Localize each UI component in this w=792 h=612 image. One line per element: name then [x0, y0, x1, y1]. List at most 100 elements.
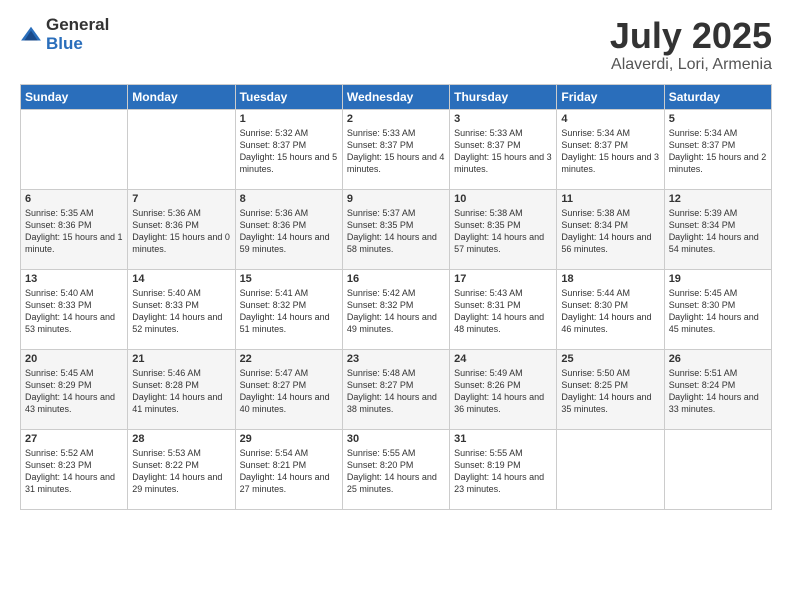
day-number: 11 — [561, 193, 659, 205]
table-row: 4Sunrise: 5:34 AMSunset: 8:37 PMDaylight… — [557, 109, 664, 189]
logo-icon — [20, 24, 42, 46]
cell-content: Sunrise: 5:43 AMSunset: 8:31 PMDaylight:… — [454, 287, 552, 336]
table-row: 29Sunrise: 5:54 AMSunset: 8:21 PMDayligh… — [235, 429, 342, 509]
table-row: 22 Sunrise: 5:47 AMSunset: 8:27 PMDayligh… — [235, 349, 342, 429]
cell-content: Sunrise: 5:33 AMSunset: 8:37 PMDaylight:… — [347, 127, 445, 176]
calendar-header-row: Sunday Monday Tuesday Wednesday Thursday… — [21, 84, 772, 109]
day-number: 22 — [240, 353, 338, 365]
table-row — [21, 109, 128, 189]
header: General Blue July 2025 Alaverdi, Lori, A… — [20, 16, 772, 74]
table-row: 7 Sunrise: 5:36 AMSunset: 8:36 PMDaylight… — [128, 189, 235, 269]
table-row: 26 Sunrise: 5:51 AMSunset: 8:24 PMDayligh… — [664, 349, 771, 429]
table-row: 6 Sunrise: 5:35 AMSunset: 8:36 PMDaylight… — [21, 189, 128, 269]
logo: General Blue — [20, 16, 109, 53]
day-number: 18 — [561, 273, 659, 285]
day-number: 21 — [132, 353, 230, 365]
day-number: 17 — [454, 273, 552, 285]
cell-content: Sunrise: 5:42 AMSunset: 8:32 PMDaylight:… — [347, 287, 445, 336]
cell-content: Sunrise: 5:38 AMSunset: 8:34 PMDaylight:… — [561, 207, 659, 256]
table-row: 31Sunrise: 5:55 AMSunset: 8:19 PMDayligh… — [450, 429, 557, 509]
table-row: 3 Sunrise: 5:33 AMSunset: 8:37 PMDaylight… — [450, 109, 557, 189]
day-number: 30 — [347, 433, 445, 445]
calendar-body: 1 Sunrise: 5:32 AMSunset: 8:37 PMDaylight… — [21, 109, 772, 509]
day-number: 31 — [454, 433, 552, 445]
table-row: 14 Sunrise: 5:40 AMSunset: 8:33 PMDayligh… — [128, 269, 235, 349]
cell-content: Sunrise: 5:54 AMSunset: 8:21 PMDaylight:… — [240, 447, 338, 496]
table-row: 12 Sunrise: 5:39 AMSunset: 8:34 PMDayligh… — [664, 189, 771, 269]
table-row: 19Sunrise: 5:45 AMSunset: 8:30 PMDayligh… — [664, 269, 771, 349]
day-number: 10 — [454, 193, 552, 205]
table-row: 17 Sunrise: 5:43 AMSunset: 8:31 PMDayligh… — [450, 269, 557, 349]
table-row — [664, 429, 771, 509]
day-number: 12 — [669, 193, 767, 205]
cell-content: Sunrise: 5:40 AMSunset: 8:33 PMDaylight:… — [25, 287, 123, 336]
cell-content: Sunrise: 5:38 AMSunset: 8:35 PMDaylight:… — [454, 207, 552, 256]
table-row: 10 Sunrise: 5:38 AMSunset: 8:35 PMDayligh… — [450, 189, 557, 269]
day-number: 16 — [347, 273, 445, 285]
table-row: 18Sunrise: 5:44 AMSunset: 8:30 PMDayligh… — [557, 269, 664, 349]
header-thursday: Thursday — [450, 84, 557, 109]
cell-content: Sunrise: 5:52 AMSunset: 8:23 PMDaylight:… — [25, 447, 123, 496]
table-row: 8Sunrise: 5:36 AMSunset: 8:36 PMDaylight… — [235, 189, 342, 269]
calendar-title: July 2025 — [610, 16, 772, 56]
title-block: July 2025 Alaverdi, Lori, Armenia — [610, 16, 772, 74]
cell-content: Sunrise: 5:40 AMSunset: 8:33 PMDaylight:… — [132, 287, 230, 336]
table-row — [557, 429, 664, 509]
cell-content: Sunrise: 5:51 AMSunset: 8:24 PMDaylight:… — [669, 367, 767, 416]
table-row: 25Sunrise: 5:50 AMSunset: 8:25 PMDayligh… — [557, 349, 664, 429]
table-row: 2Sunrise: 5:33 AMSunset: 8:37 PMDaylight… — [342, 109, 449, 189]
cell-content: Sunrise: 5:55 AMSunset: 8:20 PMDaylight:… — [347, 447, 445, 496]
day-number: 27 — [25, 433, 123, 445]
day-number: 19 — [669, 273, 767, 285]
calendar-week-row: 1 Sunrise: 5:32 AMSunset: 8:37 PMDaylight… — [21, 109, 772, 189]
day-number: 9 — [347, 193, 445, 205]
day-number: 4 — [561, 113, 659, 125]
cell-content: Sunrise: 5:46 AMSunset: 8:28 PMDaylight:… — [132, 367, 230, 416]
table-row: 21 Sunrise: 5:46 AMSunset: 8:28 PMDayligh… — [128, 349, 235, 429]
table-row — [128, 109, 235, 189]
day-number: 28 — [132, 433, 230, 445]
table-row: 9 Sunrise: 5:37 AMSunset: 8:35 PMDaylight… — [342, 189, 449, 269]
header-tuesday: Tuesday — [235, 84, 342, 109]
header-sunday: Sunday — [21, 84, 128, 109]
day-number: 6 — [25, 193, 123, 205]
calendar-week-row: 6 Sunrise: 5:35 AMSunset: 8:36 PMDaylight… — [21, 189, 772, 269]
day-number: 24 — [454, 353, 552, 365]
logo-blue-text: Blue — [46, 35, 109, 54]
calendar-table: Sunday Monday Tuesday Wednesday Thursday… — [20, 84, 772, 510]
day-number: 13 — [25, 273, 123, 285]
cell-content: Sunrise: 5:33 AMSunset: 8:37 PMDaylight:… — [454, 127, 552, 176]
cell-content: Sunrise: 5:36 AMSunset: 8:36 PMDaylight:… — [132, 207, 230, 256]
logo-text: General Blue — [46, 16, 109, 53]
table-row: 1 Sunrise: 5:32 AMSunset: 8:37 PMDaylight… — [235, 109, 342, 189]
day-number: 1 — [240, 113, 338, 125]
page: General Blue July 2025 Alaverdi, Lori, A… — [0, 0, 792, 612]
cell-content: Sunrise: 5:34 AMSunset: 8:37 PMDaylight:… — [669, 127, 767, 176]
table-row: 13 Sunrise: 5:40 AMSunset: 8:33 PMDayligh… — [21, 269, 128, 349]
cell-content: Sunrise: 5:39 AMSunset: 8:34 PMDaylight:… — [669, 207, 767, 256]
table-row: 16 Sunrise: 5:42 AMSunset: 8:32 PMDayligh… — [342, 269, 449, 349]
cell-content: Sunrise: 5:47 AMSunset: 8:27 PMDaylight:… — [240, 367, 338, 416]
header-friday: Friday — [557, 84, 664, 109]
day-number: 15 — [240, 273, 338, 285]
table-row: 5 Sunrise: 5:34 AMSunset: 8:37 PMDaylight… — [664, 109, 771, 189]
day-number: 3 — [454, 113, 552, 125]
day-number: 14 — [132, 273, 230, 285]
cell-content: Sunrise: 5:35 AMSunset: 8:36 PMDaylight:… — [25, 207, 123, 256]
day-number: 7 — [132, 193, 230, 205]
cell-content: Sunrise: 5:48 AMSunset: 8:27 PMDaylight:… — [347, 367, 445, 416]
day-number: 26 — [669, 353, 767, 365]
cell-content: Sunrise: 5:37 AMSunset: 8:35 PMDaylight:… — [347, 207, 445, 256]
table-row: 15Sunrise: 5:41 AMSunset: 8:32 PMDayligh… — [235, 269, 342, 349]
table-row: 30 Sunrise: 5:55 AMSunset: 8:20 PMDayligh… — [342, 429, 449, 509]
day-number: 23 — [347, 353, 445, 365]
logo-general-text: General — [46, 16, 109, 35]
header-saturday: Saturday — [664, 84, 771, 109]
table-row: 27 Sunrise: 5:52 AMSunset: 8:23 PMDayligh… — [21, 429, 128, 509]
day-number: 5 — [669, 113, 767, 125]
cell-content: Sunrise: 5:53 AMSunset: 8:22 PMDaylight:… — [132, 447, 230, 496]
calendar-week-row: 13 Sunrise: 5:40 AMSunset: 8:33 PMDayligh… — [21, 269, 772, 349]
cell-content: Sunrise: 5:32 AMSunset: 8:37 PMDaylight:… — [240, 127, 338, 176]
table-row: 11 Sunrise: 5:38 AMSunset: 8:34 PMDayligh… — [557, 189, 664, 269]
table-row: 24Sunrise: 5:49 AMSunset: 8:26 PMDayligh… — [450, 349, 557, 429]
